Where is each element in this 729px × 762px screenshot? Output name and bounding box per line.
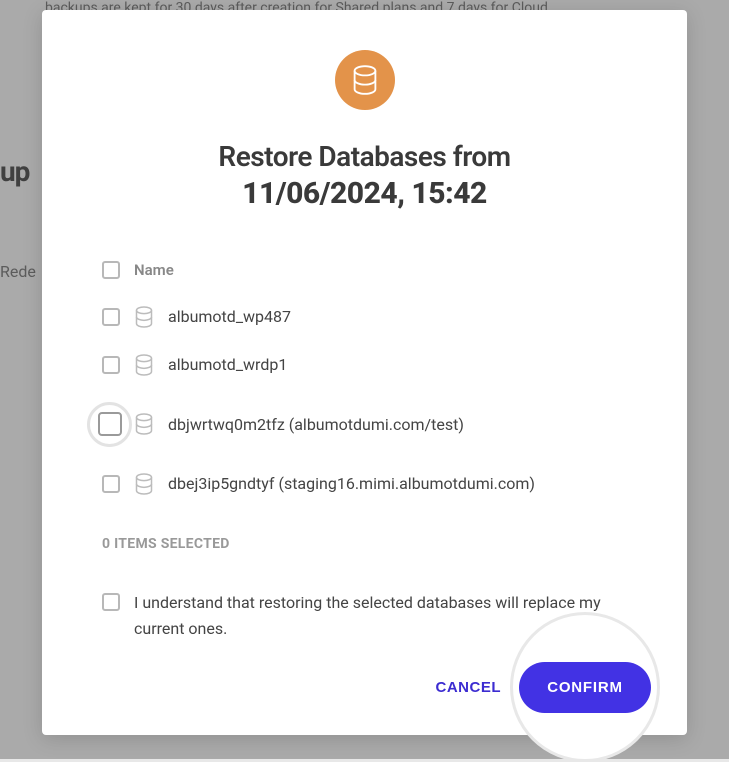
row-checkbox[interactable] [102, 356, 120, 374]
select-all-checkbox[interactable] [102, 261, 120, 279]
selected-items-count: 0 ITEMS SELECTED [42, 520, 687, 568]
database-icon [134, 413, 154, 435]
confirm-button-highlight: CONFIRM [510, 612, 660, 762]
table-row: albumotd_wp487 [102, 293, 627, 341]
consent-checkbox[interactable] [102, 593, 120, 611]
restore-databases-modal: Restore Databases from 11/06/2024, 15:42… [42, 10, 687, 735]
database-name: dbjwrtwq0m2tfz (albumotdumi.com/test) [168, 415, 464, 434]
row-checkbox[interactable] [102, 475, 120, 493]
database-name: albumotd_wrdp1 [168, 355, 287, 374]
row-checkbox[interactable] [98, 412, 122, 436]
modal-footer: CANCEL CONFIRM [42, 643, 687, 738]
modal-title-date: 11/06/2024, 15:42 [242, 176, 487, 211]
database-icon [134, 473, 154, 495]
modal-header: Restore Databases from 11/06/2024, 15:42 [42, 10, 687, 243]
modal-title-prefix: Restore Databases from [218, 138, 510, 176]
confirm-button[interactable]: CONFIRM [519, 662, 651, 713]
database-icon [335, 50, 395, 110]
database-icon [134, 306, 154, 328]
table-row: albumotd_wrdp1 [102, 341, 627, 389]
name-column-header: Name [134, 261, 174, 279]
cancel-button[interactable]: CANCEL [420, 667, 518, 708]
row-checkbox[interactable] [102, 308, 120, 326]
database-icon [134, 354, 154, 376]
table-row: dbjwrtwq0m2tfz (albumotdumi.com/test) [102, 389, 627, 460]
database-list: Name albumotd_wp487 albumotd_wrdp1 [42, 243, 687, 508]
list-header-row: Name [102, 243, 627, 293]
table-row: dbej3ip5gndtyf (staging16.mimi.albumotdu… [102, 460, 627, 508]
highlighted-checkbox-ring [87, 402, 132, 447]
database-name: albumotd_wp487 [168, 307, 291, 326]
database-name: dbej3ip5gndtyf (staging16.mimi.albumotdu… [168, 474, 535, 493]
